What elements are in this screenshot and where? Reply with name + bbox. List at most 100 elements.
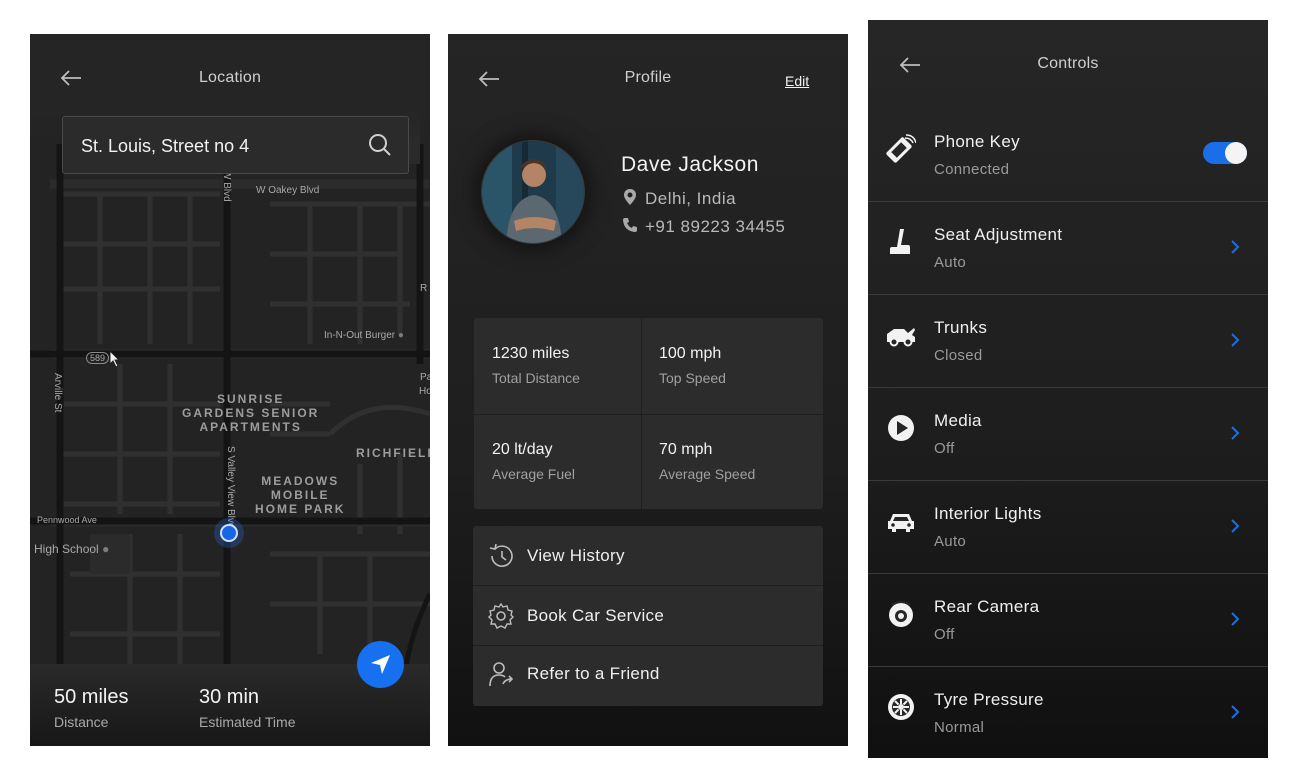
chevron-right-icon (1231, 240, 1240, 254)
trunk-icon (887, 328, 915, 347)
control-status: Off (934, 626, 955, 643)
action-label: Refer to a Friend (527, 664, 660, 683)
control-label: Media (934, 411, 982, 430)
map-label-arville: Arville St (52, 373, 63, 413)
page-title: Location (198, 69, 262, 86)
control-status: Connected (934, 161, 1010, 178)
route-shield: 589 (86, 352, 110, 364)
search-icon[interactable] (368, 133, 392, 157)
map-label-pennwood: Pennwood Ave (37, 515, 97, 525)
play-icon (888, 415, 914, 441)
map-label-highschool: High School ● (34, 542, 110, 556)
phone-icon (623, 218, 637, 232)
tyre-icon (888, 694, 914, 720)
seat-icon (890, 229, 910, 254)
profile-screen: Profile Edit Dave Jackson Delhi, India +… (448, 34, 848, 746)
search-input[interactable]: St. Louis, Street no 4 (62, 116, 409, 174)
navigate-button[interactable] (357, 641, 404, 688)
map-label-meadows: MEADOWS MOBILE HOME PARK (255, 474, 346, 516)
navigation-arrow-icon (371, 655, 390, 674)
control-status: Off (934, 440, 955, 457)
control-label: Rear Camera (934, 597, 1040, 616)
school-icon: ● (102, 542, 110, 556)
map-label-edge-pa: Pa (420, 372, 430, 383)
stat-value: 1230 miles (492, 345, 570, 362)
location-pin-icon (624, 189, 636, 205)
control-label: Seat Adjustment (934, 225, 1063, 244)
chevron-right-icon (1231, 519, 1240, 533)
map-label-wblvd: W Blvd (221, 170, 232, 202)
book-car-service-button[interactable]: Book Car Service (473, 586, 823, 646)
map-label-svalley: S Valley View Blvd (225, 446, 236, 529)
map-label-edge-r: R (420, 283, 428, 294)
mouse-cursor-icon (109, 350, 121, 368)
profile-actions: View History Book Car Service Refer to a… (473, 526, 823, 706)
phone-key-toggle[interactable] (1203, 142, 1247, 164)
control-status: Normal (934, 719, 985, 736)
stat-top-speed: 100 mph Top Speed (641, 318, 815, 413)
action-label: View History (527, 546, 625, 565)
location-screen: W Oakey Blvd W Blvd In-N-Out Burger ● 58… (30, 34, 430, 746)
stat-label: Top Speed (659, 370, 726, 386)
refer-friend-button[interactable]: Refer to a Friend (473, 644, 823, 704)
stat-total-distance: 1230 miles Total Distance (474, 318, 648, 413)
car-icon (888, 514, 914, 532)
profile-phone-number: +91 89223 34455 (645, 217, 786, 236)
map-pin-icon: ● (397, 330, 404, 341)
control-trunks[interactable]: Trunks Closed (868, 294, 1268, 387)
stat-value: 70 mph (659, 441, 713, 458)
avatar-photo (482, 141, 584, 243)
stat-label: Average Speed (659, 466, 756, 482)
current-location-marker (214, 518, 244, 548)
control-label: Phone Key (934, 132, 1020, 151)
profile-location: Delhi, India (621, 188, 736, 209)
control-label: Trunks (934, 318, 988, 337)
distance-label: Distance (54, 714, 109, 730)
chevron-right-icon (1231, 612, 1240, 626)
profile-city: Delhi, India (645, 189, 737, 208)
view-history-button[interactable]: View History (473, 526, 823, 586)
control-media[interactable]: Media Off (868, 387, 1268, 480)
map-label-oakey: W Oakey Blvd (256, 185, 320, 196)
stat-value: 100 mph (659, 345, 722, 362)
stat-average-fuel: 20 lt/day Average Fuel (474, 414, 648, 509)
edit-profile-link[interactable]: Edit (785, 73, 809, 89)
control-seat-adjustment[interactable]: Seat Adjustment Auto (868, 201, 1268, 294)
stats-grid: 1230 miles Total Distance 100 mph Top Sp… (474, 318, 823, 509)
refer-friend-icon (489, 662, 514, 687)
map-label-edge-ho: Ho (419, 386, 430, 397)
profile-phone: +91 89223 34455 (621, 216, 785, 237)
control-label: Interior Lights (934, 504, 1042, 523)
page-title: Controls (1037, 55, 1099, 72)
time-label: Estimated Time (199, 714, 296, 730)
chevron-right-icon (1231, 426, 1240, 440)
control-status: Auto (934, 533, 967, 550)
stat-label: Average Fuel (492, 466, 576, 482)
time-value: 30 min (199, 686, 260, 708)
action-label: Book Car Service (527, 606, 665, 625)
search-input-value: St. Louis, Street no 4 (81, 136, 250, 156)
stat-value: 20 lt/day (492, 441, 553, 458)
avatar[interactable] (481, 140, 585, 244)
control-tyre-pressure[interactable]: Tyre Pressure Normal (868, 666, 1268, 758)
phone-key-icon (886, 134, 916, 163)
camera-icon (889, 601, 913, 627)
chevron-right-icon (1231, 333, 1240, 347)
control-status: Closed (934, 347, 983, 364)
map-label-innout: In-N-Out Burger ● (324, 330, 404, 341)
distance-value: 50 miles (54, 686, 129, 708)
control-rear-camera[interactable]: Rear Camera Off (868, 573, 1268, 666)
stat-average-speed: 70 mph Average Speed (641, 414, 815, 509)
history-icon (489, 543, 513, 567)
control-interior-lights[interactable]: Interior Lights Auto (868, 480, 1268, 573)
gear-icon (488, 602, 514, 629)
control-status: Auto (934, 254, 967, 271)
control-label: Tyre Pressure (934, 690, 1044, 709)
profile-name: Dave Jackson (621, 153, 759, 176)
map-label-richfield: RICHFIELD (356, 446, 430, 460)
map-label-sunrise: SUNRISE GARDENS SENIOR APARTMENTS (182, 392, 320, 434)
stat-label: Total Distance (492, 370, 580, 386)
grid-divider (474, 414, 823, 415)
controls-screen: Controls Phone Key Connected Seat Adjust… (868, 20, 1268, 758)
chevron-right-icon (1231, 705, 1240, 719)
